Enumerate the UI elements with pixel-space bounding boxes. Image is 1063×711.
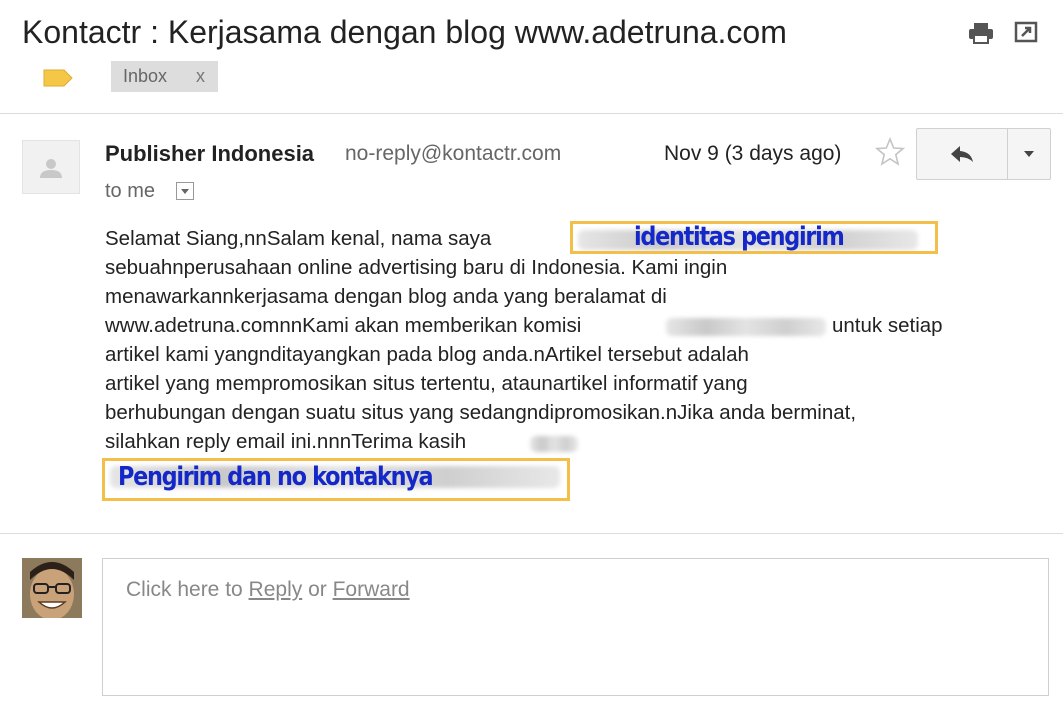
- message-date: Nov 9 (3 days ago): [664, 142, 842, 165]
- label-icon[interactable]: [43, 69, 73, 87]
- reply-prompt-middle: or: [302, 578, 333, 601]
- body-line: sebuahnperusahaan online advertising bar…: [105, 256, 728, 279]
- more-actions-button[interactable]: [1007, 128, 1051, 180]
- reply-button[interactable]: [916, 128, 1008, 180]
- body-line: menawarkannkerjasama dengan blog anda ya…: [105, 285, 667, 308]
- body-line: artikel kami yangnditayangkan pada blog …: [105, 343, 749, 366]
- print-icon[interactable]: [968, 22, 994, 44]
- body-line: untuk setiap: [832, 314, 943, 337]
- reply-link[interactable]: Reply: [249, 578, 303, 601]
- message-divider: [0, 533, 1063, 534]
- star-icon[interactable]: [874, 136, 906, 167]
- show-details-toggle[interactable]: [176, 182, 194, 200]
- reply-icon: [951, 146, 973, 162]
- forward-link[interactable]: Forward: [333, 578, 410, 601]
- chevron-down-icon: [1024, 151, 1034, 157]
- new-window-icon[interactable]: [1014, 21, 1038, 43]
- avatar-placeholder-icon: [22, 140, 80, 194]
- chevron-down-icon: [181, 189, 189, 194]
- body-line: silahkan reply email ini.nnnTerima kasih: [105, 430, 467, 453]
- body-line: Selamat Siang,nnSalam kenal, nama saya: [105, 227, 492, 250]
- body-line: artikel yang mempromosikan situs tertent…: [105, 372, 748, 395]
- reply-prompt[interactable]: Click here to Reply or Forward: [126, 578, 410, 602]
- inbox-label-text: Inbox: [123, 66, 168, 86]
- body-line: www.adetruna.comnnKami akan memberikan k…: [105, 314, 582, 337]
- sender-name: Publisher Indonesia: [105, 141, 315, 166]
- inbox-label-chip[interactable]: Inbox x: [111, 61, 218, 92]
- user-avatar: [22, 558, 82, 618]
- annotation-identity: identitas pengirim: [634, 222, 845, 252]
- email-subject: Kontactr : Kerjasama dengan blog www.ade…: [22, 14, 787, 50]
- redacted-text: [666, 318, 826, 336]
- sender-email: no-reply@kontactr.com: [345, 142, 562, 165]
- body-line: berhubungan dengan suatu situs yang seda…: [105, 401, 857, 424]
- header-divider: [0, 113, 1063, 114]
- redacted-text: [530, 436, 578, 452]
- reply-prompt-prefix: Click here to: [126, 578, 249, 601]
- annotation-contact: Pengirim dan no kontaknya: [118, 462, 434, 492]
- recipient-label: to me: [105, 180, 156, 202]
- remove-label-button[interactable]: x: [196, 66, 205, 87]
